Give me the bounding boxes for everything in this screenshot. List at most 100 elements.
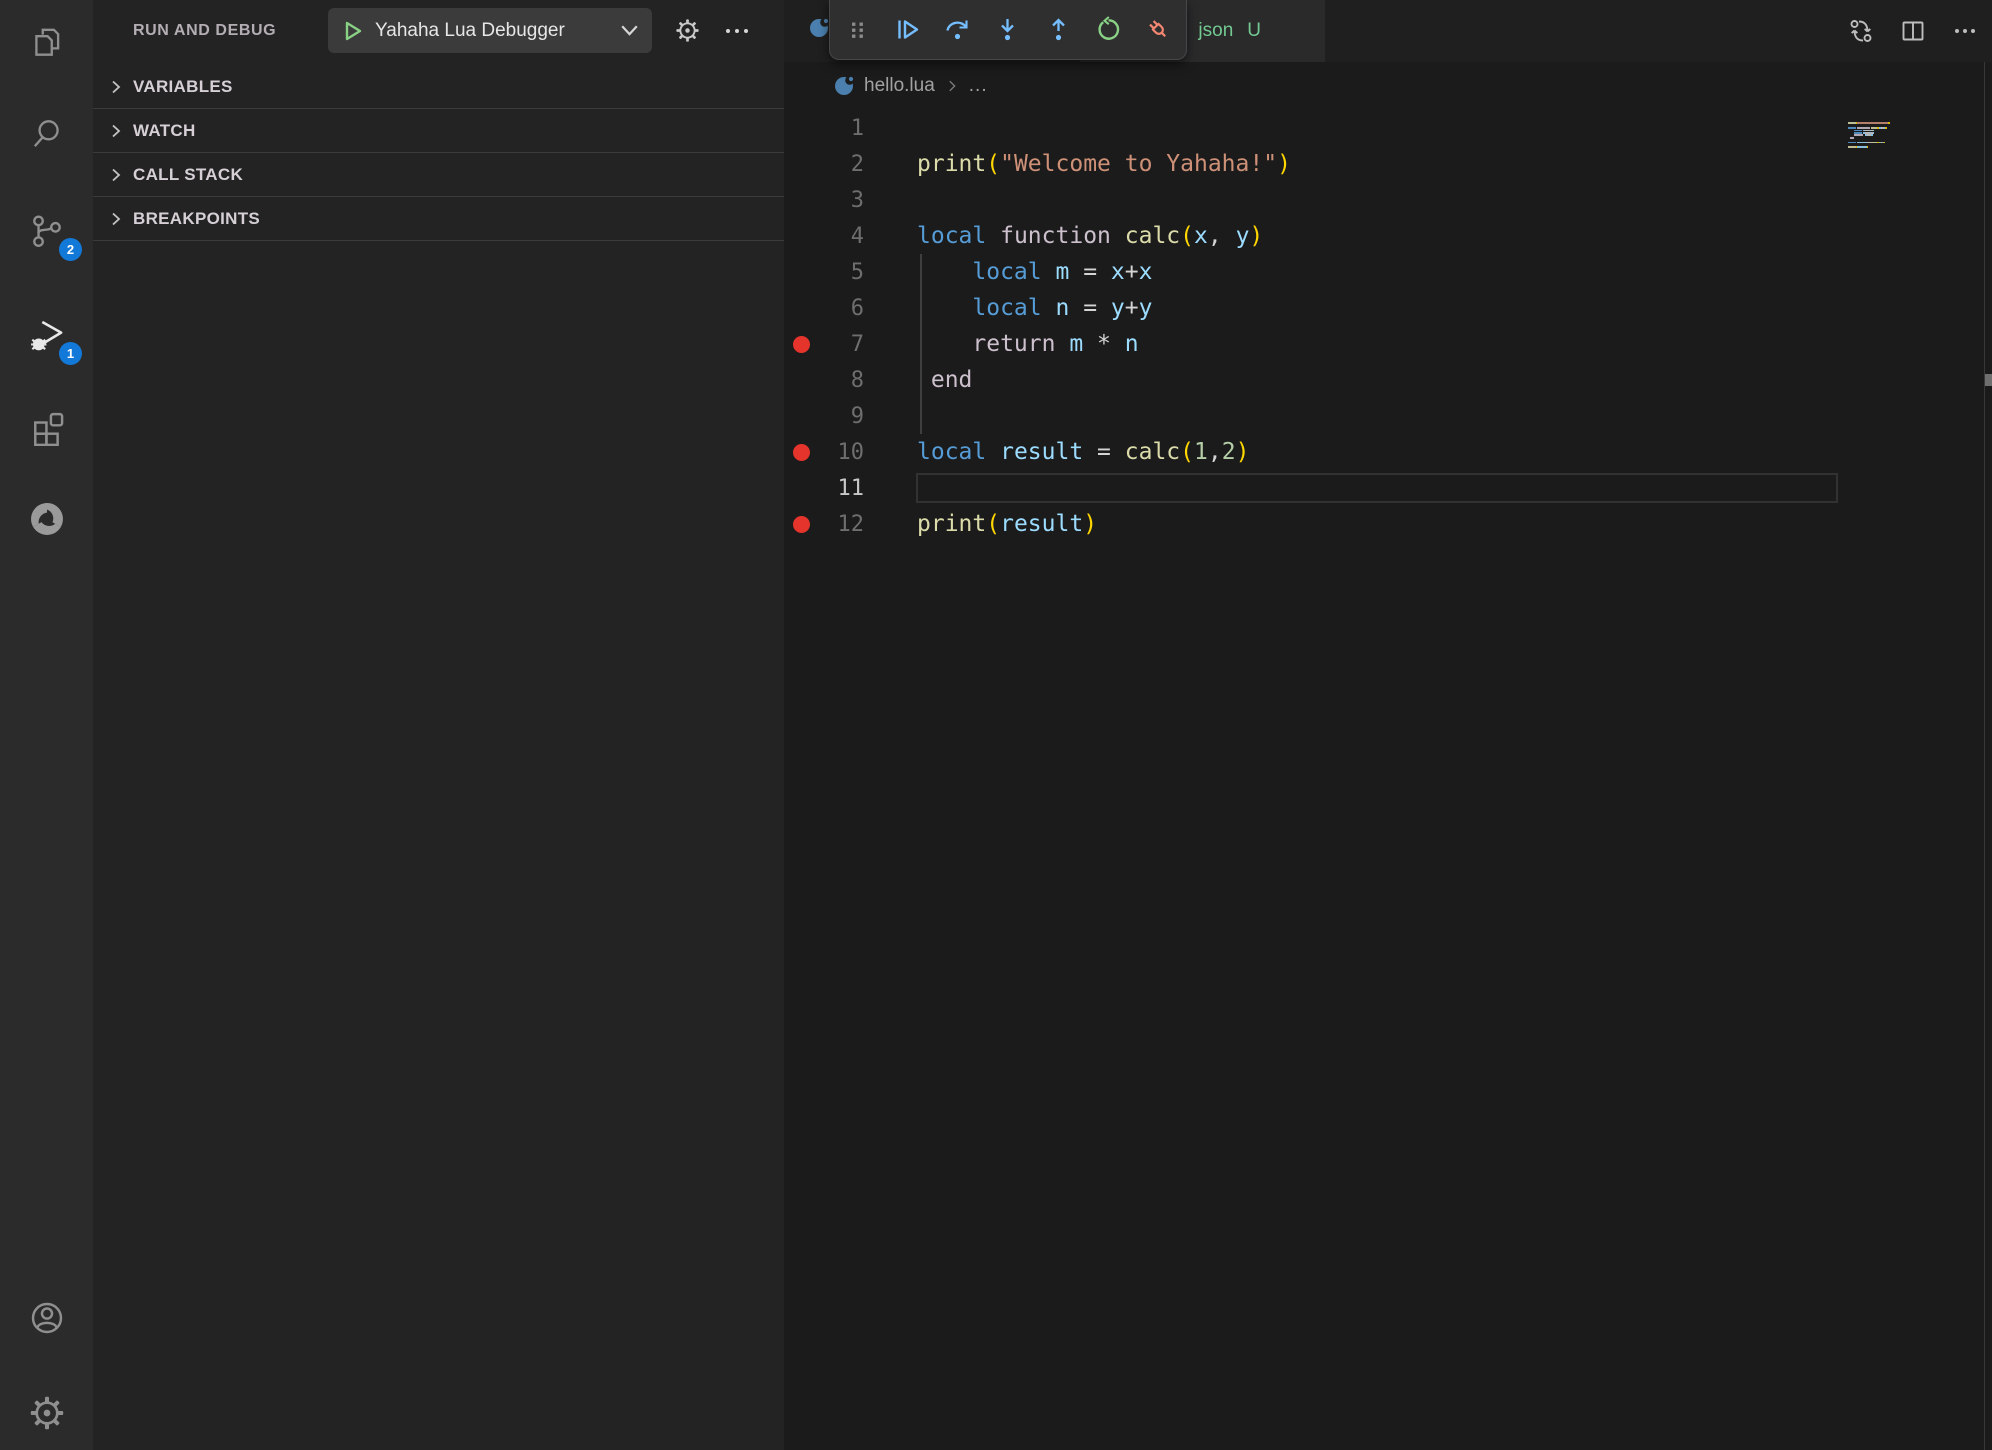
breadcrumb[interactable]: hello.lua ... bbox=[784, 62, 1944, 110]
breakpoint-dot[interactable] bbox=[793, 516, 810, 533]
debug-toolbar bbox=[829, 0, 1187, 60]
code-line-11[interactable]: 11 bbox=[784, 470, 1984, 506]
views-and-more-actions-button[interactable] bbox=[715, 8, 759, 53]
toolbar-drag-gripper[interactable] bbox=[844, 16, 871, 43]
code-editor[interactable]: 12print("Welcome to Yahaha!")34local fun… bbox=[784, 110, 1984, 542]
code-text[interactable]: end bbox=[917, 367, 972, 393]
lua-file-icon bbox=[809, 18, 829, 38]
breakpoint-gutter[interactable] bbox=[784, 254, 818, 290]
section-variables[interactable]: VARIABLES bbox=[93, 65, 784, 109]
code-text[interactable]: local n = y+y bbox=[917, 295, 1152, 321]
section-label: VARIABLES bbox=[133, 77, 233, 97]
breakpoint-gutter[interactable] bbox=[784, 290, 818, 326]
continue-button[interactable] bbox=[894, 16, 921, 43]
breakpoint-gutter[interactable] bbox=[784, 470, 818, 506]
code-line-1[interactable]: 1 bbox=[784, 110, 1984, 146]
breakpoint-gutter[interactable] bbox=[784, 218, 818, 254]
split-editor-button[interactable] bbox=[1900, 18, 1926, 44]
start-debug-icon[interactable] bbox=[342, 20, 364, 42]
breakpoint-gutter[interactable] bbox=[784, 362, 818, 398]
breakpoint-gutter[interactable] bbox=[784, 146, 818, 182]
code-text[interactable]: print("Welcome to Yahaha!") bbox=[917, 151, 1291, 177]
line-number: 5 bbox=[818, 260, 864, 285]
section-label: WATCH bbox=[133, 121, 196, 141]
activitybar-explorer[interactable] bbox=[0, 8, 93, 76]
activitybar-source-control[interactable]: 2 bbox=[0, 197, 93, 265]
step-over-button[interactable] bbox=[944, 16, 971, 43]
line-number: 7 bbox=[818, 332, 864, 357]
breakpoint-gutter[interactable] bbox=[784, 110, 818, 146]
minimap-right-border bbox=[1984, 62, 1985, 1450]
compare-changes-icon bbox=[1848, 18, 1874, 44]
code-line-2[interactable]: 2print("Welcome to Yahaha!") bbox=[784, 146, 1984, 182]
sidebar-title: RUN AND DEBUG bbox=[133, 0, 276, 62]
chevron-down-icon bbox=[621, 25, 638, 36]
editor-group: json U bbox=[784, 0, 1992, 1450]
section-breakpoints[interactable]: BREAKPOINTS bbox=[93, 197, 784, 241]
activitybar-search[interactable] bbox=[0, 100, 93, 168]
breakpoint-gutter[interactable] bbox=[784, 398, 818, 434]
code-text[interactable]: print(result) bbox=[917, 511, 1097, 537]
section-call-stack[interactable]: CALL STACK bbox=[93, 153, 784, 197]
git-untracked-badge: U bbox=[1247, 20, 1261, 42]
restart-button[interactable] bbox=[1095, 16, 1122, 43]
breakpoint[interactable] bbox=[784, 506, 818, 542]
debug-config-dropdown[interactable]: Yahaha Lua Debugger bbox=[328, 8, 652, 53]
code-line-5[interactable]: 5 local m = x+x bbox=[784, 254, 1984, 290]
split-editor-icon bbox=[1900, 18, 1926, 44]
files-icon bbox=[29, 24, 65, 60]
current-line-highlight bbox=[916, 473, 1838, 503]
minimap[interactable] bbox=[1848, 120, 1968, 149]
line-number: 4 bbox=[818, 224, 864, 249]
activitybar-settings[interactable] bbox=[0, 1379, 93, 1447]
step-into-button[interactable] bbox=[994, 16, 1021, 43]
open-changes-button[interactable] bbox=[1848, 18, 1874, 44]
activitybar-extensions[interactable] bbox=[0, 393, 93, 461]
editor-actions bbox=[1848, 0, 1992, 62]
code-line-8[interactable]: 8 end bbox=[784, 362, 1984, 398]
line-number: 10 bbox=[818, 440, 864, 465]
account-icon bbox=[28, 1299, 66, 1337]
code-line-6[interactable]: 6 local n = y+y bbox=[784, 290, 1984, 326]
sidebar-header: RUN AND DEBUG Yahaha Lua Debugger bbox=[93, 0, 784, 65]
step-out-button[interactable] bbox=[1045, 16, 1072, 43]
line-number: 9 bbox=[818, 404, 864, 429]
breakpoint[interactable] bbox=[784, 326, 818, 362]
breakpoint-dot[interactable] bbox=[793, 444, 810, 461]
overview-ruler-cursor-marker bbox=[1985, 374, 1992, 386]
chevron-right-icon bbox=[945, 79, 959, 93]
tab-hello-lua[interactable] bbox=[809, 18, 829, 38]
code-line-7[interactable]: 7 return m * n bbox=[784, 326, 1984, 362]
code-line-9[interactable]: 9 bbox=[784, 398, 1984, 434]
debug-config-label: Yahaha Lua Debugger bbox=[375, 20, 621, 42]
section-label: BREAKPOINTS bbox=[133, 209, 260, 229]
restart-icon bbox=[1095, 16, 1122, 43]
breakpoint[interactable] bbox=[784, 434, 818, 470]
code-line-3[interactable]: 3 bbox=[784, 182, 1984, 218]
activitybar-run-and-debug[interactable]: 1 bbox=[0, 301, 93, 369]
code-line-12[interactable]: 12 print(result) bbox=[784, 506, 1984, 542]
chevron-right-icon bbox=[108, 123, 124, 139]
lua-file-icon bbox=[834, 76, 854, 96]
code-line-10[interactable]: 10 local result = calc(1,2) bbox=[784, 434, 1984, 470]
code-text[interactable]: local result = calc(1,2) bbox=[917, 439, 1249, 465]
disconnect-button[interactable] bbox=[1145, 16, 1172, 43]
code-line-4[interactable]: 4 local function calc(x, y) bbox=[784, 218, 1984, 254]
breakpoint-dot[interactable] bbox=[793, 336, 810, 353]
section-label: CALL STACK bbox=[133, 165, 243, 185]
more-actions-button[interactable] bbox=[1952, 18, 1978, 44]
breadcrumb-symbol[interactable]: ... bbox=[969, 75, 988, 97]
line-number: 12 bbox=[818, 512, 864, 537]
code-text[interactable]: local function calc(x, y) bbox=[917, 223, 1263, 249]
breadcrumb-file[interactable]: hello.lua bbox=[864, 75, 935, 97]
source-control-badge: 2 bbox=[59, 238, 82, 261]
code-text[interactable]: return m * n bbox=[917, 331, 1139, 357]
section-watch[interactable]: WATCH bbox=[93, 109, 784, 153]
activitybar-yahaha[interactable] bbox=[0, 485, 93, 553]
extensions-icon bbox=[28, 408, 66, 446]
code-text[interactable]: local m = x+x bbox=[917, 259, 1152, 285]
debug-configure-button[interactable] bbox=[665, 8, 709, 53]
activitybar-account[interactable] bbox=[0, 1284, 93, 1352]
breakpoint-gutter[interactable] bbox=[784, 182, 818, 218]
line-number: 3 bbox=[818, 188, 864, 213]
